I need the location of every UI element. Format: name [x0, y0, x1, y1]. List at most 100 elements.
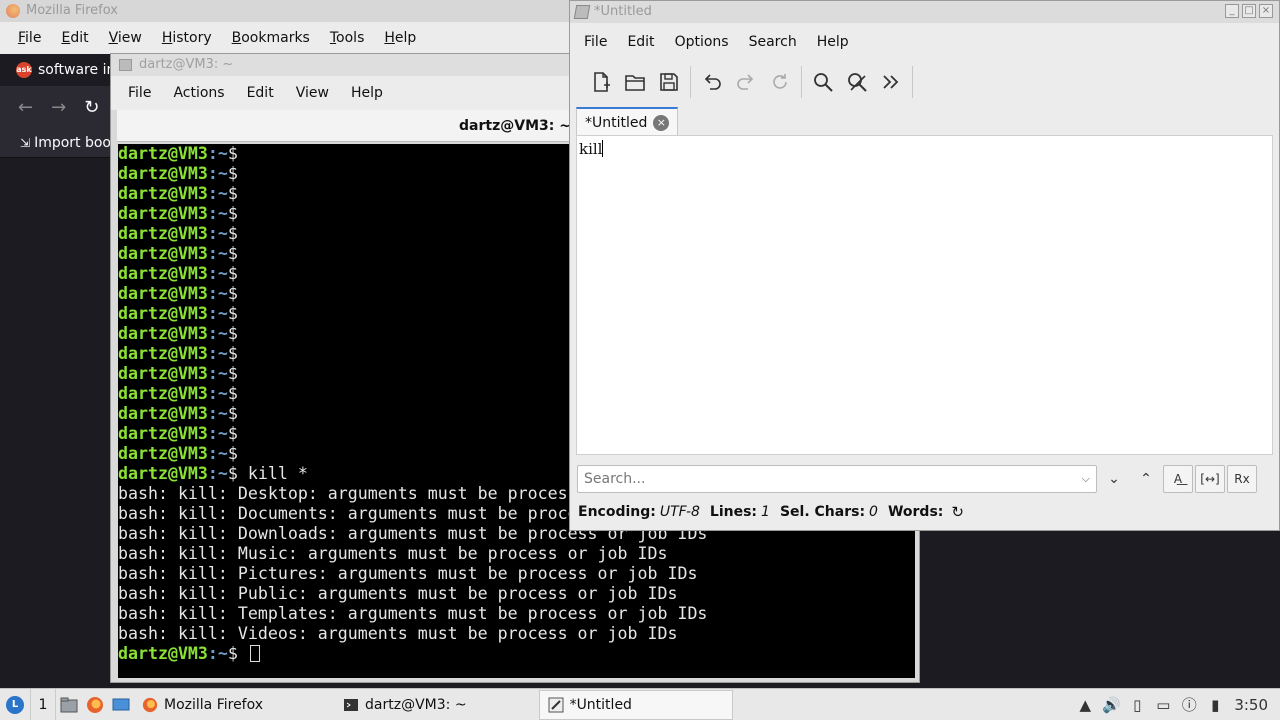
minimize-icon[interactable]: _ — [1225, 4, 1239, 18]
prompt-symbol: $ — [227, 404, 238, 423]
task-editor[interactable]: *Untitled — [538, 689, 733, 720]
editor-menubar: File Edit Options Search Help — [570, 23, 1279, 61]
editor-menu-help[interactable]: Help — [817, 34, 849, 50]
notification-icon[interactable]: ⓘ — [1176, 694, 1202, 715]
firefox-menu-edit[interactable]: Edit — [61, 30, 88, 46]
match-case-icon[interactable]: A͟ — [1163, 465, 1193, 493]
ask-icon: ask — [16, 62, 32, 78]
firefox-tab[interactable]: ask software inst — [0, 62, 128, 78]
terminal-menu-view[interactable]: View — [296, 85, 329, 101]
find-previous-icon[interactable]: ⌃ — [1131, 465, 1161, 493]
prompt-user: dartz@VM3 — [118, 344, 208, 363]
editor-menu-edit[interactable]: Edit — [627, 34, 654, 50]
prompt-path: :~ — [207, 364, 228, 383]
editor-menu-search[interactable]: Search — [749, 34, 797, 50]
editor-tab[interactable]: *Untitled × — [576, 107, 679, 137]
terminal-command — [238, 644, 248, 663]
editor-text-area[interactable]: kill — [576, 135, 1273, 455]
editor-menu-options[interactable]: Options — [675, 34, 729, 50]
whole-word-icon[interactable]: [↔] — [1195, 465, 1225, 493]
terminal-output-line: bash: kill: Public: arguments must be pr… — [118, 584, 678, 603]
terminal-output-line: bash: kill: Music: arguments must be pro… — [118, 544, 668, 563]
maximize-icon[interactable]: □ — [1242, 4, 1256, 18]
prompt-user: dartz@VM3 — [118, 244, 208, 263]
find-next-icon[interactable]: ⌄ — [1099, 465, 1129, 493]
prompt-symbol: $ — [227, 224, 238, 243]
prompt-user: dartz@VM3 — [118, 404, 208, 423]
firefox-menu-tools[interactable]: Tools — [330, 30, 365, 46]
start-menu-button[interactable]: L — [0, 689, 30, 720]
prompt-path: :~ — [207, 304, 228, 323]
terminal-icon — [119, 59, 132, 71]
import-icon: ⇲ — [20, 135, 31, 150]
clock[interactable]: 3:50 — [1234, 696, 1268, 714]
terminal-menu-edit[interactable]: Edit — [247, 85, 274, 101]
import-bookmarks-link[interactable]: Import boo — [34, 135, 111, 151]
file-manager-icon[interactable] — [56, 689, 82, 720]
prompt-user: dartz@VM3 — [118, 324, 208, 343]
editor-title: *Untitled — [594, 4, 652, 19]
new-file-icon[interactable] — [584, 65, 618, 99]
regex-icon[interactable]: Rx — [1227, 465, 1257, 493]
editor-menu-file[interactable]: File — [584, 34, 607, 50]
task-firefox[interactable]: Mozilla Firefox — [134, 690, 271, 720]
prompt-symbol: $ — [227, 384, 238, 403]
desktop-switcher[interactable]: 1 — [30, 688, 56, 720]
updates-icon[interactable]: ▲ — [1072, 696, 1098, 714]
prompt-symbol: $ — [227, 344, 238, 363]
search-input[interactable]: Search... ⌵ — [577, 465, 1097, 493]
chevron-down-icon[interactable]: ⌵ — [1082, 472, 1090, 486]
find-icon[interactable] — [806, 65, 840, 99]
save-icon[interactable] — [652, 65, 686, 99]
prompt-symbol: $ — [227, 304, 238, 323]
show-desktop-icon[interactable] — [108, 689, 134, 720]
refresh-icon[interactable]: ↻ — [951, 503, 964, 521]
prompt-path: :~ — [207, 244, 228, 263]
reload-icon[interactable]: ↻ — [84, 97, 99, 118]
prompt-user: dartz@VM3 — [118, 304, 208, 323]
toolbar-separator — [801, 66, 802, 98]
undo-icon[interactable] — [695, 65, 729, 99]
open-folder-icon[interactable] — [618, 65, 652, 99]
more-icon[interactable] — [874, 65, 908, 99]
prompt-path: :~ — [207, 344, 228, 363]
firefox-menu-bookmarks[interactable]: Bookmarks — [232, 30, 310, 46]
prompt-symbol: $ — [227, 244, 238, 263]
prompt-symbol: $ — [227, 184, 238, 203]
firefox-menu-help[interactable]: Help — [384, 30, 416, 46]
prompt-symbol: $ — [227, 204, 238, 223]
terminal-menu-actions[interactable]: Actions — [173, 85, 224, 101]
prompt-path: :~ — [207, 404, 228, 423]
firefox-menu-view[interactable]: View — [109, 30, 142, 46]
close-tab-icon[interactable]: × — [653, 115, 670, 131]
find-replace-icon[interactable] — [840, 65, 874, 99]
encoding-label: Encoding: — [578, 504, 656, 520]
prompt-symbol: $ — [227, 324, 238, 343]
prompt-user: dartz@VM3 — [118, 224, 208, 243]
prompt-path: :~ — [207, 184, 228, 203]
clipboard-icon[interactable]: ▯ — [1124, 696, 1150, 714]
firefox-menu-file[interactable]: File — [18, 30, 41, 46]
prompt-symbol: $ — [227, 144, 238, 163]
close-icon[interactable]: × — [1259, 4, 1273, 18]
back-icon[interactable]: ← — [18, 97, 33, 118]
editor-titlebar[interactable]: *Untitled _ □ × — [570, 1, 1279, 23]
terminal-menu-help[interactable]: Help — [351, 85, 383, 101]
terminal-menu-file[interactable]: File — [128, 85, 151, 101]
task-terminal[interactable]: dartz@VM3: ~ — [335, 690, 475, 720]
task-label: Mozilla Firefox — [164, 696, 264, 713]
forward-icon[interactable]: → — [51, 97, 66, 118]
reload-file-icon[interactable] — [763, 65, 797, 99]
prompt-symbol: $ — [227, 284, 238, 303]
search-bar: Search... ⌵ ⌄ ⌃ A͟ [↔] Rx — [577, 464, 1273, 494]
redo-icon[interactable] — [729, 65, 763, 99]
volume-icon[interactable]: 🔊 — [1098, 696, 1124, 714]
firefox-launcher-icon[interactable] — [82, 689, 108, 720]
taskbar: L 1 Mozilla Firefox dartz@VM3: ~ *Untitl… — [0, 688, 1280, 720]
network-icon[interactable]: ▭ — [1150, 696, 1176, 714]
lines-value: 1 — [761, 504, 770, 520]
editor-app-icon — [573, 5, 591, 19]
firefox-menu-history[interactable]: History — [162, 30, 212, 46]
battery-icon[interactable]: ▮ — [1202, 696, 1228, 714]
sel-chars-label: Sel. Chars: — [779, 504, 866, 520]
